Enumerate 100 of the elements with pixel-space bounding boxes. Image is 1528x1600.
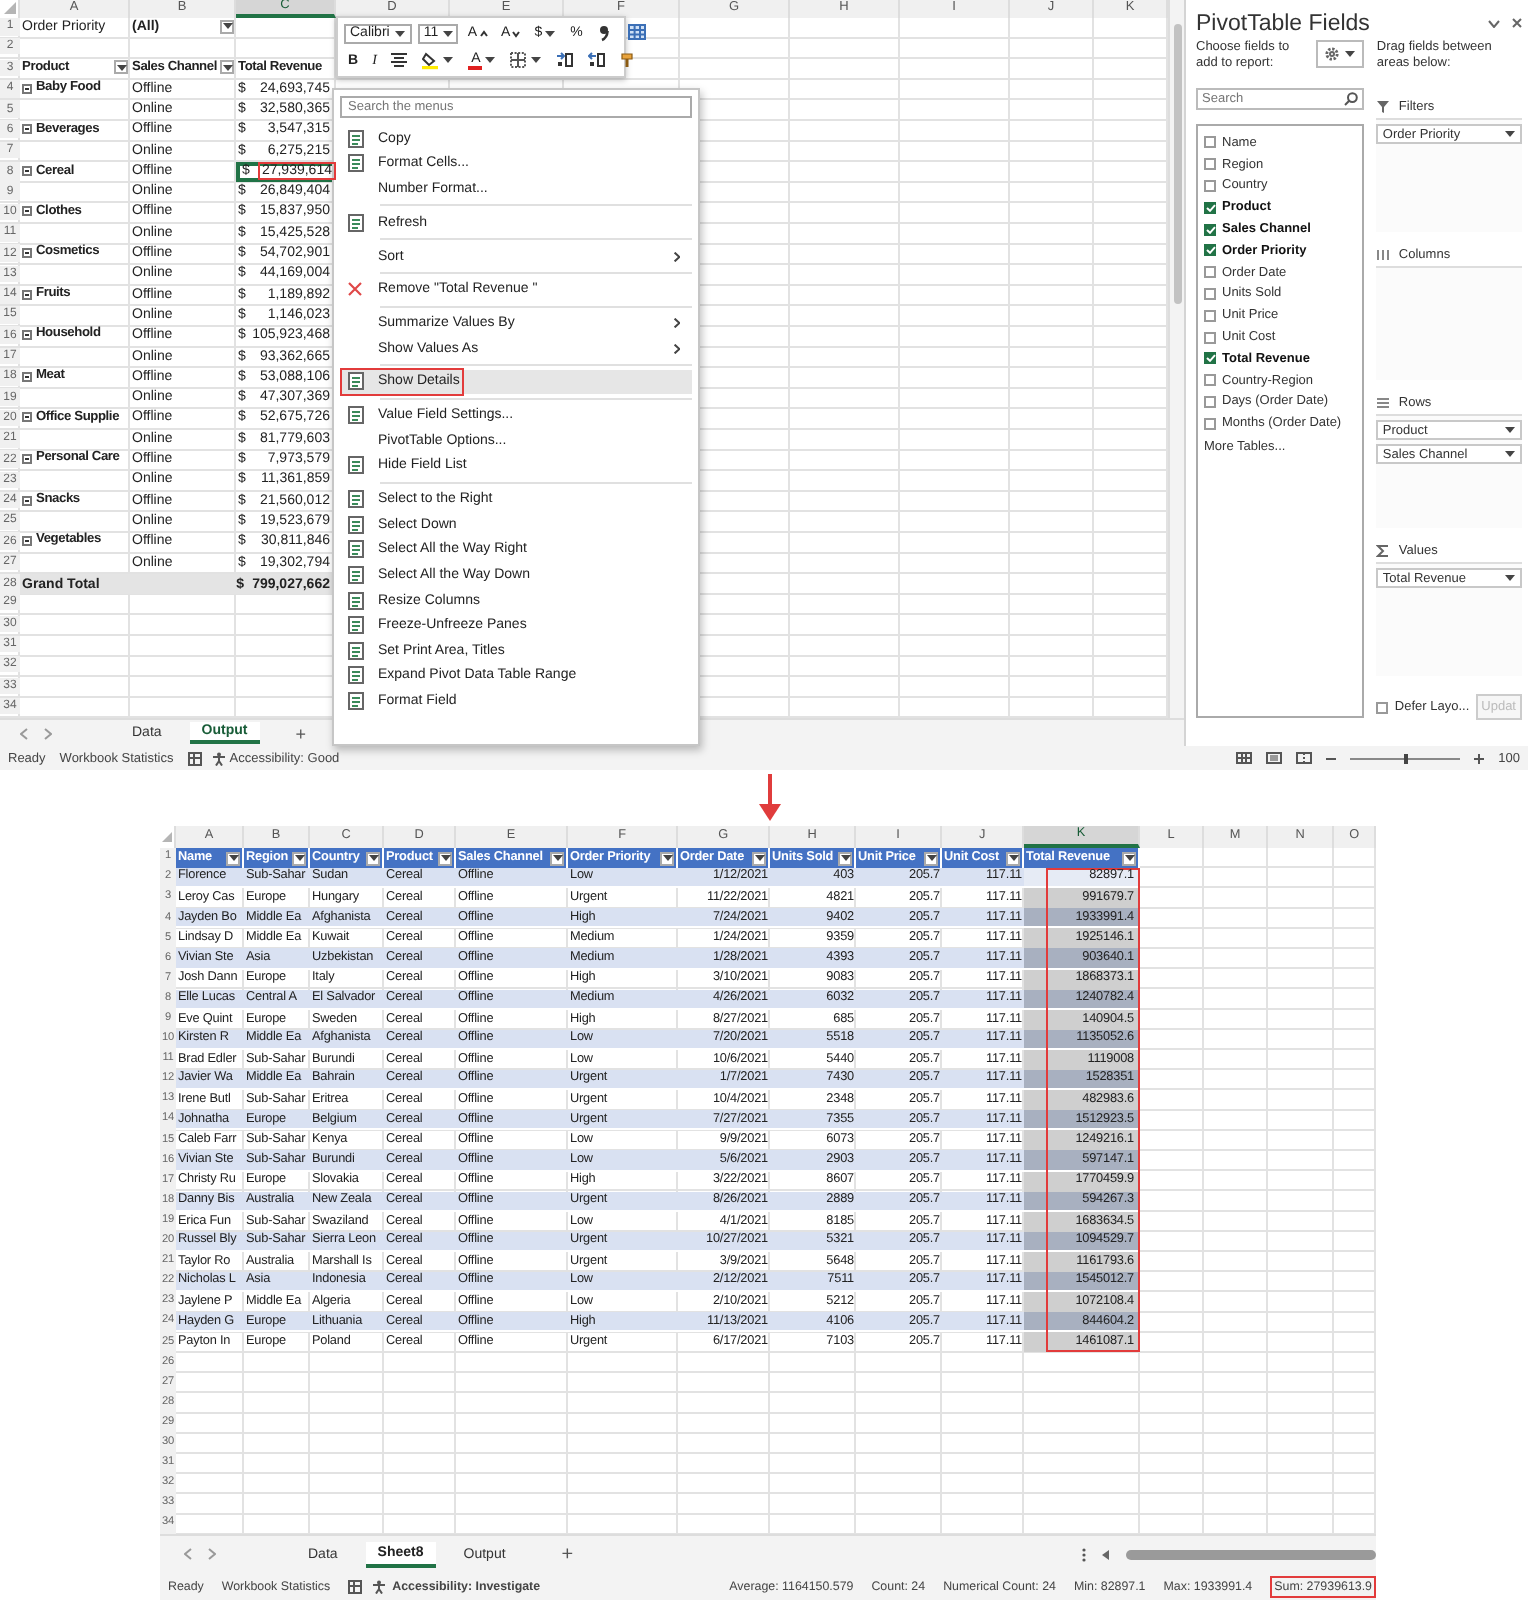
collapse-icon[interactable] [22, 495, 32, 506]
caret-icon [115, 63, 127, 72]
scroll-left-icon[interactable] [1102, 1549, 1110, 1559]
down-arrow [756, 774, 784, 822]
filter-button[interactable] [366, 851, 380, 866]
page-break-icon[interactable] [1296, 752, 1313, 764]
chevron-icon [674, 318, 680, 329]
checkbox[interactable] [1204, 223, 1216, 236]
statistics-icon[interactable] [187, 751, 202, 765]
filter-button[interactable] [1122, 851, 1136, 866]
checkbox[interactable] [1204, 158, 1216, 171]
align-center-button[interactable] [386, 49, 413, 72]
filter-button[interactable] [838, 851, 852, 866]
sheet-icon [347, 372, 363, 391]
checkbox[interactable] [1204, 136, 1216, 149]
collapse-icon[interactable] [22, 289, 32, 300]
caret-icon [1123, 854, 1135, 863]
checkbox[interactable] [1204, 352, 1216, 365]
collapse-icon[interactable] [22, 124, 32, 135]
filter-button[interactable] [752, 851, 766, 866]
scroll-right-icon[interactable] [208, 1548, 216, 1560]
checkbox[interactable] [1204, 309, 1216, 322]
checkbox[interactable] [1204, 244, 1216, 257]
filter-button[interactable] [438, 851, 452, 866]
sheet-icon [347, 213, 363, 232]
scroll-left-icon[interactable] [20, 727, 28, 739]
caret-icon [221, 22, 233, 31]
filter-button[interactable] [1006, 851, 1020, 866]
settings-button[interactable] [1316, 40, 1365, 68]
fill-color-button[interactable] [418, 49, 459, 72]
increase-decimal-icon [556, 51, 575, 70]
filter-button[interactable] [550, 851, 564, 866]
scroll-left-icon[interactable] [184, 1548, 192, 1560]
caret-icon [367, 854, 379, 863]
sheet-icon [347, 406, 363, 425]
filter-button[interactable] [292, 851, 306, 866]
checkbox[interactable] [1204, 287, 1216, 300]
sheet-icon [347, 456, 363, 475]
caret-icon [439, 854, 451, 863]
checkbox[interactable] [1376, 701, 1389, 713]
add-sheet-button[interactable]: + [561, 1543, 574, 1565]
checkbox[interactable] [1204, 417, 1216, 430]
caret-icon [839, 854, 851, 863]
filter-button[interactable] [114, 60, 128, 75]
comma-icon [596, 24, 615, 43]
caret-icon [1007, 854, 1019, 863]
caret-icon [221, 63, 234, 72]
sigma-icon [1376, 543, 1391, 557]
collapse-icon[interactable] [22, 206, 32, 217]
collapse-icon[interactable] [22, 412, 32, 423]
columns-icon [1376, 247, 1391, 261]
filter-button[interactable] [660, 851, 674, 866]
sheet-icon [347, 591, 363, 610]
zoom-in-icon[interactable] [1474, 753, 1485, 763]
checkbox[interactable] [1204, 331, 1216, 344]
checkbox[interactable] [1204, 179, 1216, 192]
scroll-right-icon[interactable] [44, 727, 52, 739]
checkbox[interactable] [1204, 395, 1216, 408]
chevron-icon[interactable] [1488, 19, 1500, 27]
filter-button[interactable] [220, 60, 235, 75]
page-layout-icon[interactable] [1266, 752, 1283, 764]
statistics-icon[interactable] [348, 1579, 363, 1593]
decrease-decimal-button[interactable] [584, 49, 611, 72]
borders-button[interactable] [506, 49, 547, 72]
caret-icon [925, 854, 937, 863]
collapse-icon[interactable] [22, 330, 32, 341]
gear-icon [1324, 46, 1341, 62]
sheet-icon [347, 129, 363, 148]
normal-view-icon[interactable] [1236, 752, 1253, 764]
sheet-icon [347, 490, 363, 509]
filter-button[interactable] [220, 19, 234, 34]
caret-icon [484, 56, 497, 65]
pane-title: PivotTable Fields [1196, 11, 1370, 35]
collapse-icon[interactable] [22, 166, 32, 177]
format-table-button[interactable] [624, 22, 651, 45]
collapse-icon[interactable] [22, 371, 32, 382]
checkbox[interactable] [1204, 201, 1216, 214]
add-sheet-button[interactable]: + [295, 723, 306, 743]
checkbox[interactable] [1204, 374, 1216, 387]
filter-button[interactable] [226, 851, 240, 866]
horizontal-scrollbar[interactable] [1126, 1549, 1376, 1559]
zoom-slider[interactable] [1350, 751, 1461, 765]
close-icon [348, 282, 362, 297]
collapse-icon[interactable] [22, 454, 32, 465]
collapse-icon[interactable] [22, 83, 32, 94]
collapse-icon[interactable] [22, 248, 32, 259]
search-icon[interactable] [1344, 92, 1359, 106]
zoom-out-icon[interactable] [1326, 755, 1337, 761]
chevron-icon [674, 343, 680, 354]
collapse-icon[interactable] [22, 536, 32, 547]
increase-decimal-button[interactable] [552, 49, 579, 72]
close-icon[interactable] [1512, 18, 1522, 28]
checkbox[interactable] [1204, 266, 1216, 279]
decrease-decimal-icon [588, 51, 607, 70]
vertical-scrollbar[interactable] [1168, 0, 1184, 718]
accessibility-icon [372, 1579, 387, 1593]
borders-icon [510, 51, 529, 70]
caret-icon [1504, 450, 1516, 458]
caret-icon [1504, 130, 1516, 138]
filter-button[interactable] [924, 851, 938, 866]
